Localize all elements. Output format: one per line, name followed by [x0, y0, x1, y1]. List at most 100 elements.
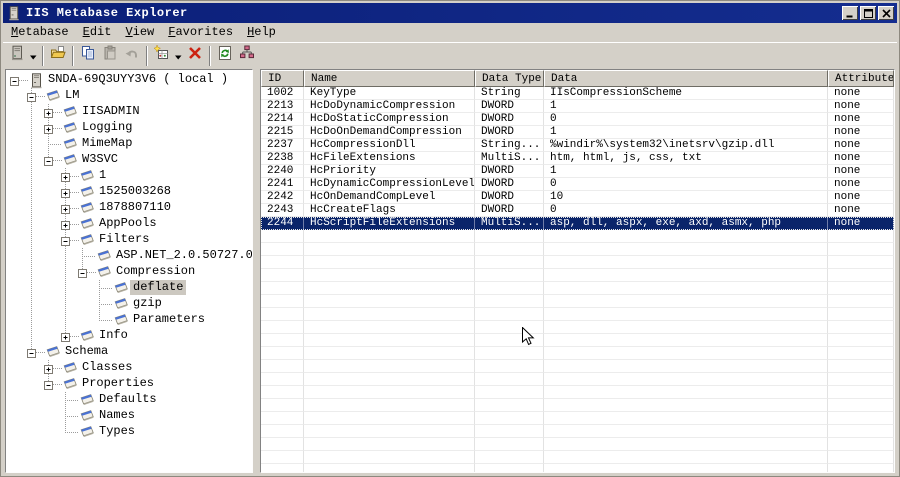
menu-edit[interactable]: Edit [76, 24, 119, 41]
tree-item-label[interactable]: ASP.NET_2.0.50727.0 [113, 248, 252, 263]
tree-item[interactable]: Properties [6, 376, 252, 392]
tree-item-label[interactable]: Properties [79, 376, 157, 391]
tree-item[interactable]: Compression [6, 264, 252, 280]
maximize-button[interactable] [860, 6, 876, 20]
tree-item[interactable]: Filters [6, 232, 252, 248]
expand-icon[interactable] [61, 188, 70, 198]
delete-button[interactable] [184, 45, 206, 67]
copy-button[interactable] [77, 45, 99, 67]
tree-item[interactable]: 1878807110 [6, 200, 252, 216]
tree-item[interactable]: 1525003268 [6, 184, 252, 200]
table-row[interactable] [261, 295, 894, 308]
table-row[interactable] [261, 386, 894, 399]
table-row[interactable]: 2213 HcDoDynamicCompression DWORD 1 none [261, 100, 894, 113]
tree-item[interactable]: Logging [6, 120, 252, 136]
tree-item-label[interactable]: Parameters [130, 312, 208, 327]
connect-server-button[interactable] [6, 45, 28, 67]
table-row[interactable]: 2214 HcDoStaticCompression DWORD 0 none [261, 113, 894, 126]
tree-item[interactable]: SNDA-69Q3UYY3V6 ( local ) [6, 72, 252, 89]
tree-item-label[interactable]: Compression [113, 264, 198, 279]
tree-item-label[interactable]: Classes [79, 360, 135, 375]
column-header-id[interactable]: ID [261, 70, 304, 87]
table-row[interactable] [261, 334, 894, 347]
tree-item-label[interactable]: Filters [96, 232, 152, 247]
minimize-button[interactable] [842, 6, 858, 20]
table-row[interactable] [261, 425, 894, 438]
tree-item[interactable]: LM [6, 88, 252, 104]
title-bar[interactable]: IIS Metabase Explorer [3, 3, 897, 23]
tree-item-label[interactable]: Defaults [96, 392, 160, 407]
table-row[interactable] [261, 464, 894, 472]
tree-item-label[interactable]: gzip [130, 296, 165, 311]
tree-item[interactable]: Schema [6, 344, 252, 360]
tree-item[interactable]: gzip [6, 296, 252, 312]
table-row[interactable]: 1002 KeyType String IIsCompressionScheme non… [261, 87, 894, 100]
tree-item[interactable]: IISADMIN [6, 104, 252, 120]
tree-item-label[interactable]: 1 [96, 168, 109, 183]
collapse-icon[interactable] [27, 348, 36, 358]
column-header-data[interactable]: Data [544, 70, 828, 87]
tree-item-label[interactable]: W3SVC [79, 152, 121, 167]
column-header-attributes[interactable]: Attributes [828, 70, 894, 87]
close-button[interactable] [878, 6, 894, 20]
undo-button[interactable] [121, 45, 143, 67]
table-row[interactable]: 2243 HcCreateFlags DWORD 0 none [261, 204, 894, 217]
table-row[interactable] [261, 438, 894, 451]
tree-item-label[interactable]: IISADMIN [79, 104, 143, 119]
table-row[interactable]: 2215 HcDoOnDemandCompression DWORD 1 none [261, 126, 894, 139]
column-header-data-type[interactable]: Data Type [475, 70, 544, 87]
table-row[interactable]: 2241 HcDynamicCompressionLevel DWORD 0 none [261, 178, 894, 191]
table-row[interactable] [261, 451, 894, 464]
expand-icon[interactable] [44, 364, 53, 374]
tree-item[interactable]: Defaults [6, 392, 252, 408]
expand-icon[interactable] [44, 108, 53, 118]
expand-icon[interactable] [61, 204, 70, 214]
tree-item[interactable]: AppPools [6, 216, 252, 232]
table-row[interactable] [261, 282, 894, 295]
new-key-button[interactable] [151, 44, 173, 67]
collapse-icon[interactable] [78, 268, 87, 278]
table-row[interactable]: 2240 HcPriority DWORD 1 none [261, 165, 894, 178]
collapse-icon[interactable] [44, 380, 53, 390]
collapse-icon[interactable] [44, 156, 53, 166]
table-row[interactable] [261, 256, 894, 269]
collapse-icon[interactable] [27, 92, 36, 102]
table-row[interactable]: 2237 HcCompressionDll String... %windir%\sy… [261, 139, 894, 152]
collapse-icon[interactable] [61, 236, 70, 246]
connect-server-dropdown[interactable] [28, 45, 39, 67]
open-button[interactable] [47, 45, 69, 67]
tree-item[interactable]: Names [6, 408, 252, 424]
tree-item[interactable]: Types [6, 424, 252, 440]
tree-item-label[interactable]: Info [96, 328, 131, 343]
menu-view[interactable]: View [118, 24, 161, 41]
tree-item-label[interactable]: LM [62, 88, 82, 103]
expand-icon[interactable] [61, 220, 70, 230]
table-row[interactable]: 2244 HcScriptFileExtensions MultiS... asp, … [261, 217, 894, 230]
table-row[interactable] [261, 308, 894, 321]
table-row[interactable] [261, 412, 894, 425]
table-row[interactable] [261, 360, 894, 373]
expand-icon[interactable] [61, 172, 70, 182]
tree-item-label[interactable]: MimeMap [79, 136, 135, 151]
expand-icon[interactable] [61, 332, 70, 342]
table-row[interactable] [261, 399, 894, 412]
tree-item[interactable]: Classes [6, 360, 252, 376]
menu-metabase[interactable]: Metabase [4, 24, 76, 41]
table-row[interactable] [261, 347, 894, 360]
tree-item[interactable]: deflate [6, 280, 252, 296]
paste-button[interactable] [99, 45, 121, 67]
view-tree-button[interactable] [236, 45, 258, 67]
table-row[interactable]: 2242 HcOnDemandCompLevel DWORD 10 none [261, 191, 894, 204]
tree-item[interactable]: 1 [6, 168, 252, 184]
tree-item[interactable]: Parameters [6, 312, 252, 328]
tree-item-label[interactable]: 1878807110 [96, 200, 174, 215]
tree-item-label[interactable]: Types [96, 424, 138, 439]
panel-splitter[interactable] [253, 69, 260, 477]
tree-item-label[interactable]: Schema [62, 344, 111, 359]
tree-item-label[interactable]: AppPools [96, 216, 160, 231]
table-row[interactable] [261, 269, 894, 282]
tree-item-label[interactable]: Names [96, 408, 138, 423]
tree-item[interactable]: W3SVC [6, 152, 252, 168]
collapse-icon[interactable] [10, 76, 19, 86]
table-row[interactable] [261, 373, 894, 386]
